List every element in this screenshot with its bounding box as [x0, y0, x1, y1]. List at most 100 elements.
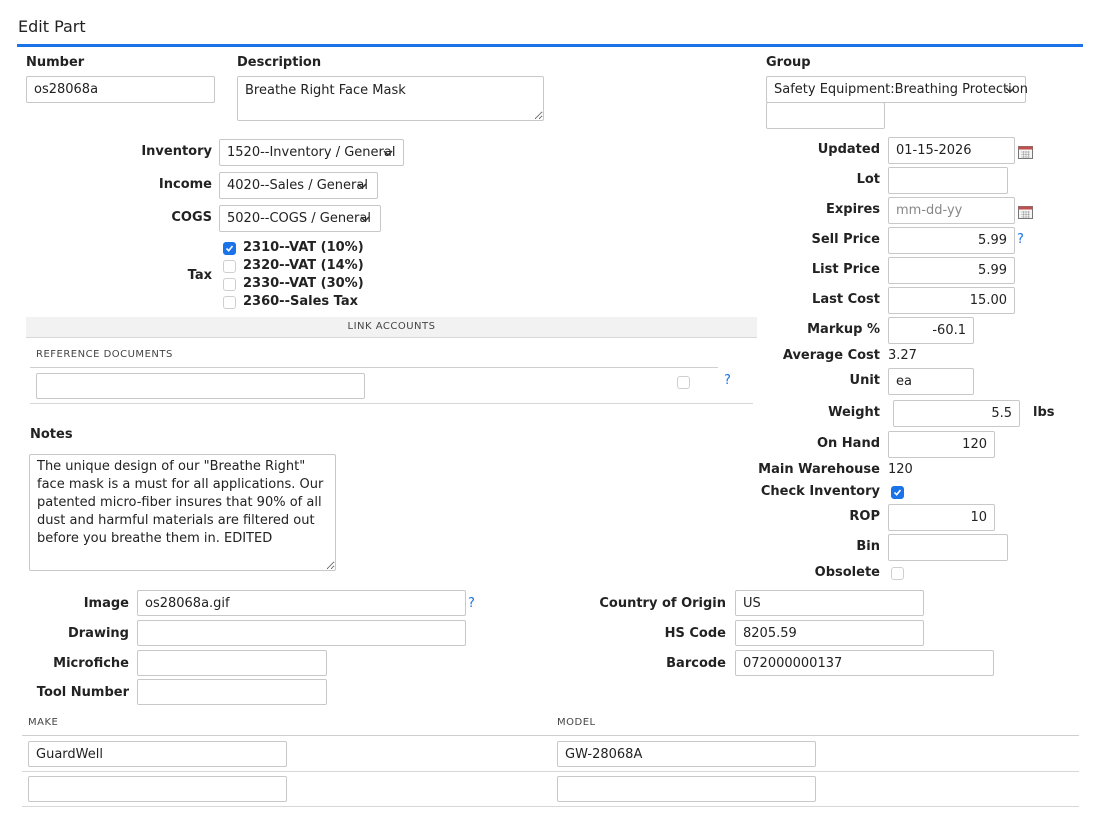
image-label: Image [83, 596, 129, 611]
tax-option-label: 2360--Sales Tax [243, 294, 358, 309]
checkmark-icon [893, 489, 902, 496]
expires-label: Expires [826, 202, 880, 217]
income-select[interactable]: 4020--Sales / General [219, 172, 378, 199]
last-cost-input[interactable] [888, 287, 1015, 314]
chevron-down-icon [360, 216, 370, 223]
expires-input[interactable] [888, 197, 1015, 224]
calendar-icon[interactable] [1018, 145, 1033, 159]
page-title: Edit Part [18, 17, 86, 36]
group-label: Group [766, 55, 811, 70]
barcode-label: Barcode [666, 656, 726, 671]
model-input[interactable] [557, 776, 816, 802]
lot-label: Lot [856, 172, 880, 187]
chevron-down-icon [357, 183, 367, 190]
weight-input[interactable] [893, 400, 1020, 427]
microfiche-label: Microfiche [53, 656, 129, 671]
help-link[interactable]: ? [1017, 232, 1024, 247]
link-accounts-label: LINK ACCOUNTS [347, 321, 436, 332]
main-warehouse-label: Main Warehouse [758, 462, 880, 477]
make-header: MAKE [28, 717, 59, 728]
last-cost-label: Last Cost [812, 292, 880, 307]
markup-input[interactable] [888, 317, 974, 344]
drawing-label: Drawing [67, 626, 129, 641]
tax-option-label: 2330--VAT (30%) [243, 276, 364, 291]
average-cost-label: Average Cost [782, 348, 880, 363]
inventory-select-value: 1520--Inventory / General [227, 145, 396, 160]
cogs-select-value: 5020--COGS / General [227, 211, 371, 226]
markup-label: Markup % [807, 322, 880, 337]
title-underline [17, 44, 1083, 47]
average-cost-value: 3.27 [888, 348, 917, 363]
tool-number-input[interactable] [137, 679, 327, 705]
tax-checkbox-2310[interactable] [223, 242, 236, 255]
image-input[interactable] [137, 590, 466, 616]
drawing-input[interactable] [137, 620, 466, 646]
make-input[interactable] [28, 741, 287, 767]
list-price-label: List Price [811, 262, 880, 277]
notes-textarea[interactable]: The unique design of our "Breathe Right"… [29, 454, 336, 571]
link-accounts-bar[interactable]: LINK ACCOUNTS [26, 317, 757, 338]
check-inventory-label: Check Inventory [760, 484, 880, 499]
make-input[interactable] [28, 776, 287, 802]
on-hand-label: On Hand [816, 436, 880, 451]
group-extra-input[interactable] [766, 102, 885, 129]
tool-number-label: Tool Number [36, 685, 129, 700]
reference-document-input[interactable] [36, 373, 365, 399]
inventory-label: Inventory [141, 144, 212, 159]
bin-input[interactable] [888, 534, 1008, 561]
rop-label: ROP [849, 509, 880, 524]
tax-label: Tax [187, 268, 212, 283]
sell-price-input[interactable] [888, 227, 1015, 254]
calendar-icon[interactable] [1018, 205, 1033, 219]
check-inventory-checkbox[interactable] [891, 486, 904, 499]
number-input[interactable] [26, 76, 215, 103]
updated-input[interactable] [888, 137, 1015, 164]
rop-input[interactable] [888, 504, 995, 531]
description-label: Description [237, 55, 322, 70]
on-hand-input[interactable] [888, 431, 995, 458]
tax-option-label: 2320--VAT (14%) [243, 258, 364, 273]
unit-input[interactable] [888, 368, 974, 395]
reference-document-checkbox[interactable] [677, 376, 690, 389]
help-link[interactable]: ? [724, 373, 731, 388]
reference-documents-header: REFERENCE DOCUMENTS [36, 349, 173, 360]
number-label: Number [26, 55, 85, 70]
cogs-select[interactable]: 5020--COGS / General [219, 205, 381, 232]
description-textarea[interactable]: Breathe Right Face Mask [237, 76, 544, 121]
list-price-input[interactable] [888, 257, 1015, 284]
obsolete-label: Obsolete [814, 565, 880, 580]
sell-price-label: Sell Price [811, 232, 880, 247]
inventory-select[interactable]: 1520--Inventory / General [219, 139, 404, 166]
country-of-origin-input[interactable] [735, 590, 924, 616]
lot-input[interactable] [888, 167, 1008, 194]
hs-code-input[interactable] [735, 620, 924, 646]
help-link[interactable]: ? [468, 596, 475, 611]
main-warehouse-value: 120 [888, 462, 913, 477]
tax-option-label: 2310--VAT (10%) [243, 240, 364, 255]
divider [30, 403, 753, 404]
income-select-value: 4020--Sales / General [227, 178, 368, 193]
divider [22, 771, 1079, 772]
tax-checkbox-2360[interactable] [223, 296, 236, 309]
country-of-origin-label: Country of Origin [599, 596, 726, 611]
notes-label: Notes [30, 427, 73, 442]
barcode-input[interactable] [735, 650, 994, 676]
checkmark-icon [225, 245, 234, 252]
model-header: MODEL [557, 717, 596, 728]
microfiche-input[interactable] [137, 650, 327, 676]
unit-label: Unit [849, 373, 880, 388]
weight-unit: lbs [1033, 405, 1055, 420]
group-select-value: Safety Equipment:Breathing Protection [774, 82, 1028, 97]
updated-label: Updated [817, 142, 880, 157]
tax-checkbox-2320[interactable] [223, 260, 236, 273]
bin-label: Bin [856, 539, 880, 554]
obsolete-checkbox[interactable] [891, 567, 904, 580]
group-select[interactable]: Safety Equipment:Breathing Protection [766, 76, 1028, 103]
tax-checkbox-2330[interactable] [223, 278, 236, 291]
hs-code-label: HS Code [664, 626, 726, 641]
cogs-label: COGS [171, 210, 212, 225]
weight-label: Weight [828, 405, 880, 420]
divider [30, 367, 718, 368]
model-input[interactable] [557, 741, 816, 767]
chevron-down-icon [1005, 87, 1015, 94]
